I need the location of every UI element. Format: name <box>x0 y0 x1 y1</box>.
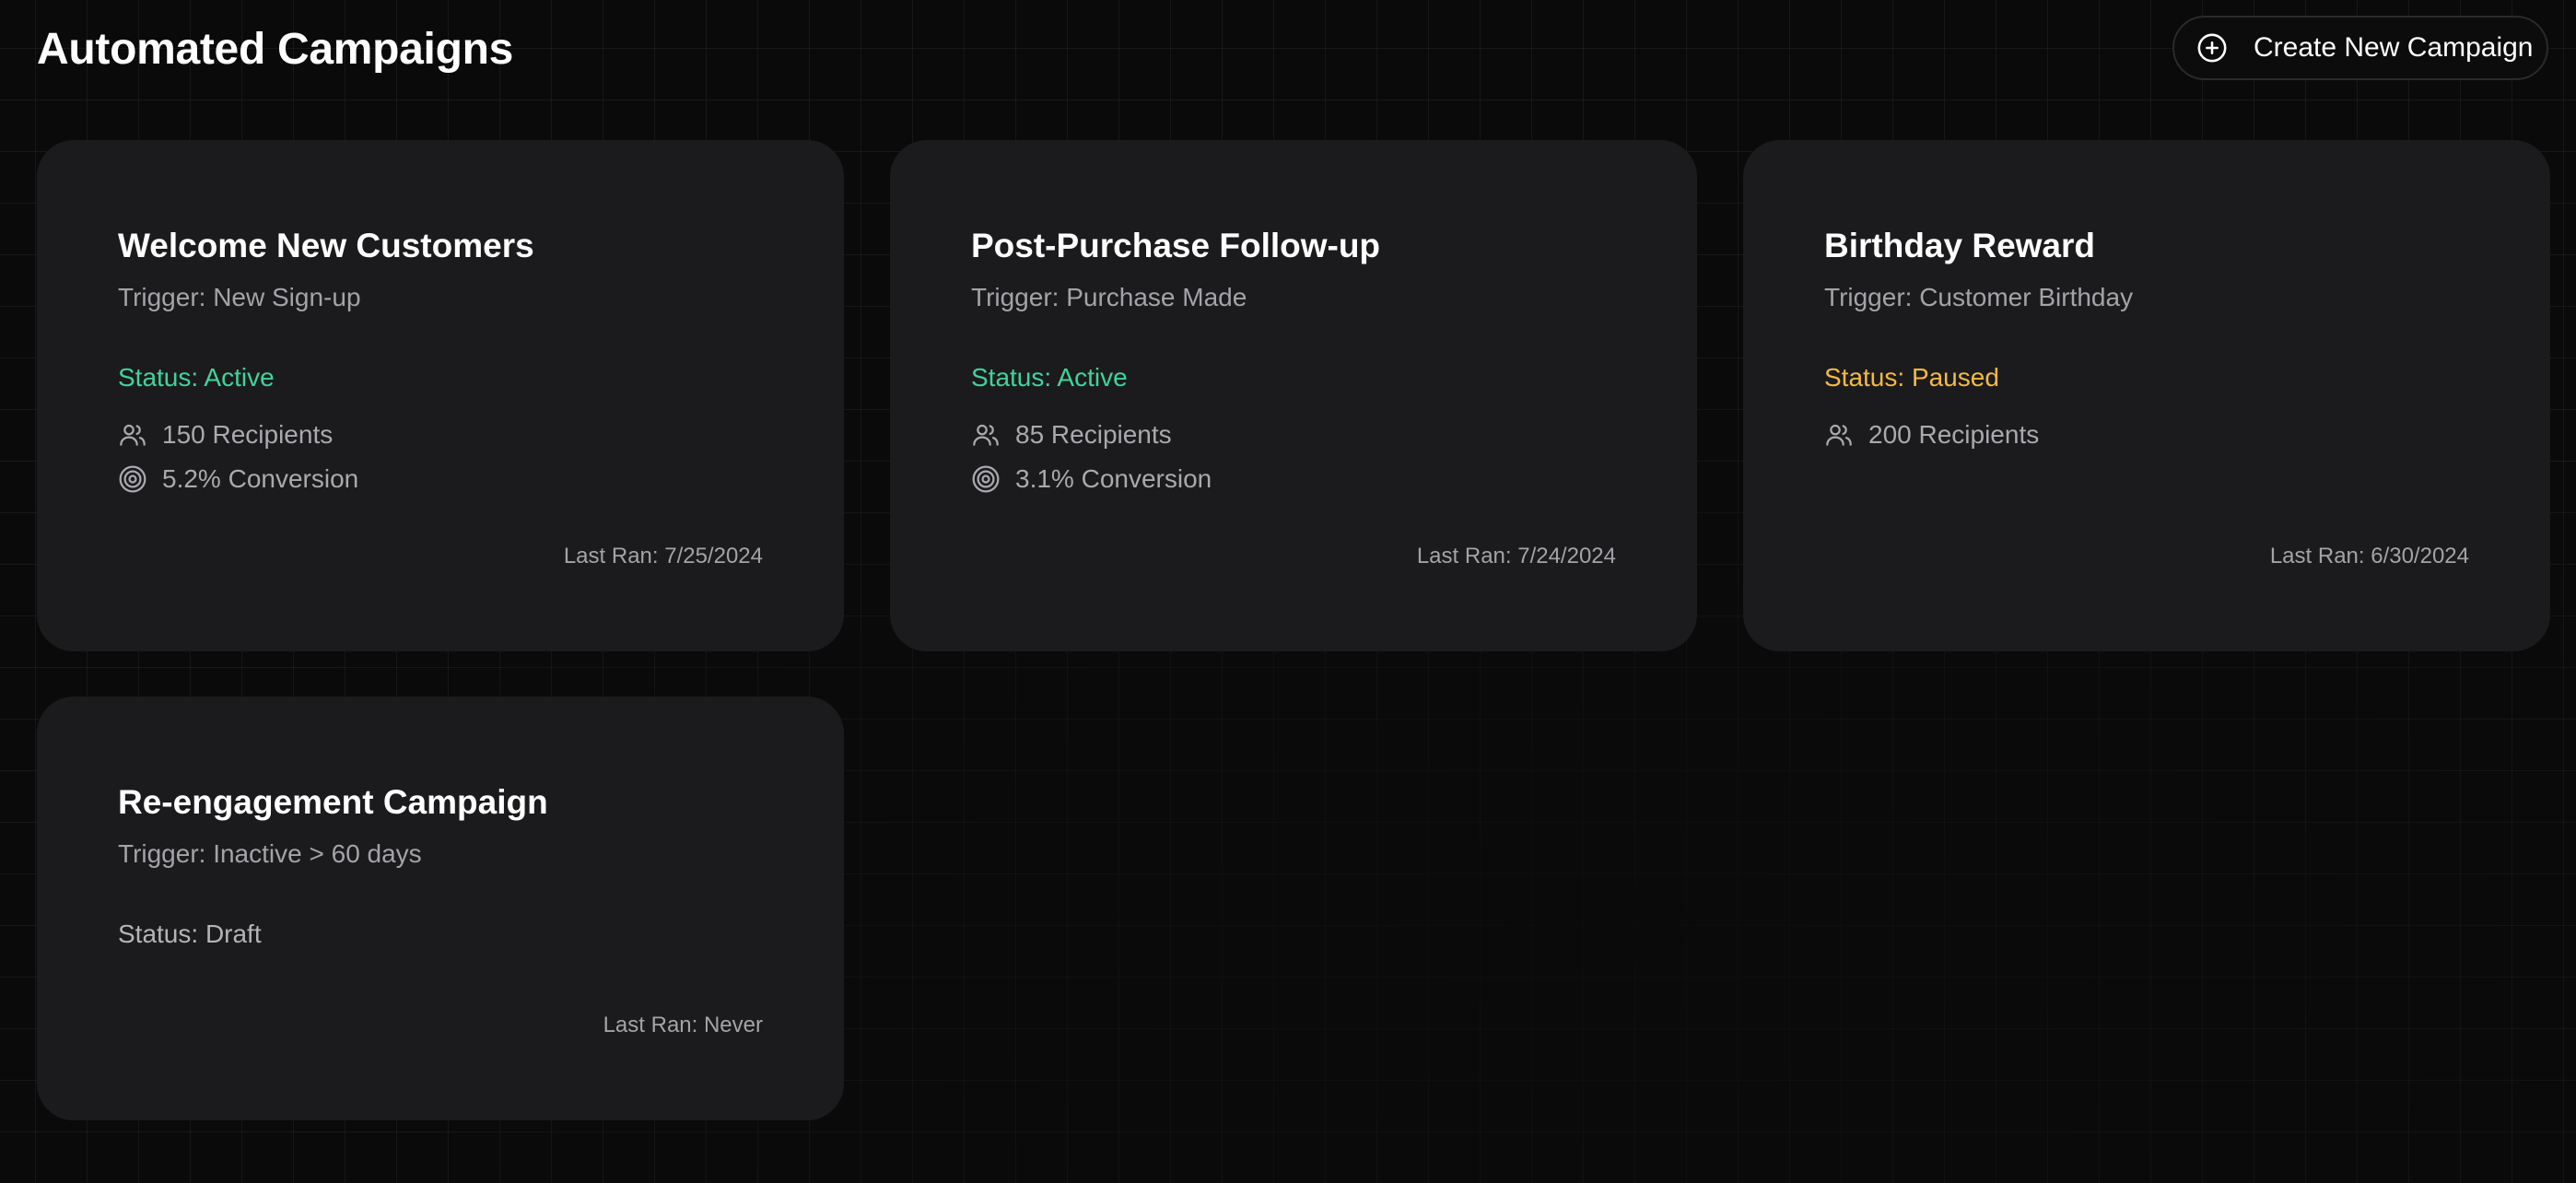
campaign-trigger: Trigger: Purchase Made <box>971 283 1247 311</box>
campaign-trigger: Trigger: Customer Birthday <box>1824 283 2134 311</box>
last-ran: Last Ran: Never <box>603 1013 763 1037</box>
plus-circle-icon <box>2196 32 2228 64</box>
recipients-count: 200 Recipients <box>1868 420 2040 449</box>
recipients-count: 150 Recipients <box>162 420 334 449</box>
status-badge: Status: Active <box>118 363 275 392</box>
users-icon <box>1824 420 1854 450</box>
campaign-trigger: Trigger: Inactive > 60 days <box>118 839 422 868</box>
campaign-card-welcome-new-customers[interactable]: Welcome New Customers Trigger: New Sign-… <box>37 140 844 651</box>
last-ran: Last Ran: 6/30/2024 <box>2269 544 2469 568</box>
last-ran: Last Ran: 7/25/2024 <box>563 544 763 568</box>
users-icon <box>971 420 1001 450</box>
users-icon <box>118 420 147 450</box>
campaign-title: Post-Purchase Follow-up <box>971 227 1381 264</box>
status-badge: Status: Paused <box>1824 363 1999 392</box>
conversion-rate: 5.2% Conversion <box>162 464 359 493</box>
create-new-campaign-label: Create New Campaign <box>2254 32 2534 63</box>
status-badge: Status: Draft <box>118 919 262 948</box>
target-icon <box>971 464 1001 494</box>
page-title: Automated Campaigns <box>37 25 514 74</box>
recipients-metric: 200 Recipients <box>1824 418 2039 451</box>
recipients-metric: 150 Recipients <box>118 418 333 451</box>
create-new-campaign-button[interactable]: Create New Campaign <box>2172 16 2548 80</box>
target-icon <box>118 464 147 494</box>
campaign-card-post-purchase-follow-up[interactable]: Post-Purchase Follow-up Trigger: Purchas… <box>890 140 1697 651</box>
campaign-card-re-engagement-campaign[interactable]: Re-engagement Campaign Trigger: Inactive… <box>37 697 844 1120</box>
campaign-title: Re-engagement Campaign <box>118 783 548 821</box>
campaign-title: Birthday Reward <box>1824 227 2096 264</box>
conversion-metric: 5.2% Conversion <box>118 463 358 496</box>
last-ran: Last Ran: 7/24/2024 <box>1416 544 1616 568</box>
campaign-card-birthday-reward[interactable]: Birthday Reward Trigger: Customer Birthd… <box>1743 140 2550 651</box>
campaign-title: Welcome New Customers <box>118 227 534 264</box>
conversion-rate: 3.1% Conversion <box>1015 464 1212 493</box>
conversion-metric: 3.1% Conversion <box>971 463 1212 496</box>
recipients-count: 85 Recipients <box>1015 420 1172 449</box>
recipients-metric: 85 Recipients <box>971 418 1172 451</box>
campaign-trigger: Trigger: New Sign-up <box>118 283 361 311</box>
status-badge: Status: Active <box>971 363 1128 392</box>
